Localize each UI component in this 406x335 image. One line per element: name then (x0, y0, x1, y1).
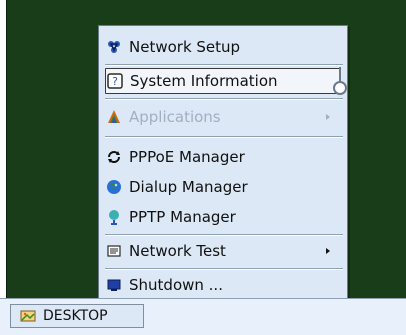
submenu-arrow-icon (323, 112, 333, 122)
menu-item-dialup-manager[interactable]: Dialup Manager (105, 174, 341, 200)
submenu-arrow-icon (323, 246, 333, 256)
menu-item-network-test[interactable]: Network Test (105, 238, 341, 264)
svg-text:?: ? (112, 75, 118, 88)
menu-label-pptp-manager: PPTP Manager (129, 208, 236, 226)
menu-separator (105, 234, 343, 236)
desktop-icon (19, 307, 37, 325)
system-information-icon: ? (106, 72, 124, 90)
network-setup-icon (105, 38, 123, 56)
menu-item-shutdown[interactable]: Shutdown ... (105, 272, 341, 298)
shutdown-icon (105, 276, 123, 294)
menu-label-network-test: Network Test (129, 242, 226, 260)
dialup-manager-icon (105, 178, 123, 196)
context-menu: Network Setup ? System Information Appli… (98, 25, 348, 301)
pppoe-manager-icon (105, 148, 123, 166)
menu-label-applications: Applications (129, 108, 221, 126)
menu-separator (105, 98, 343, 100)
taskbar: DESKTOP (0, 298, 406, 335)
screen: Network Setup ? System Information Appli… (0, 0, 406, 335)
applications-icon (105, 108, 123, 126)
menu-separator (105, 268, 343, 270)
menu-separator (105, 64, 343, 66)
menu-label-shutdown: Shutdown ... (129, 276, 223, 294)
menu-label-network-setup: Network Setup (129, 38, 241, 56)
desktop-button[interactable]: DESKTOP (10, 304, 144, 328)
menu-item-network-setup[interactable]: Network Setup (105, 34, 341, 60)
desktop-label: DESKTOP (43, 308, 108, 324)
menu-item-system-information[interactable]: ? System Information (105, 68, 341, 94)
menu-label-system-information: System Information (130, 72, 278, 90)
menu-item-applications[interactable]: Applications (105, 104, 341, 130)
pptp-manager-icon (105, 208, 123, 226)
menu-item-pptp-manager[interactable]: PPTP Manager (105, 204, 341, 230)
menu-item-pppoe-manager[interactable]: PPPoE Manager (105, 144, 341, 170)
network-test-icon (105, 242, 123, 260)
menu-label-dialup-manager: Dialup Manager (129, 178, 248, 196)
pointer-ring-icon (333, 81, 347, 95)
menu-label-pppoe-manager: PPPoE Manager (129, 148, 245, 166)
menu-separator (105, 136, 343, 138)
